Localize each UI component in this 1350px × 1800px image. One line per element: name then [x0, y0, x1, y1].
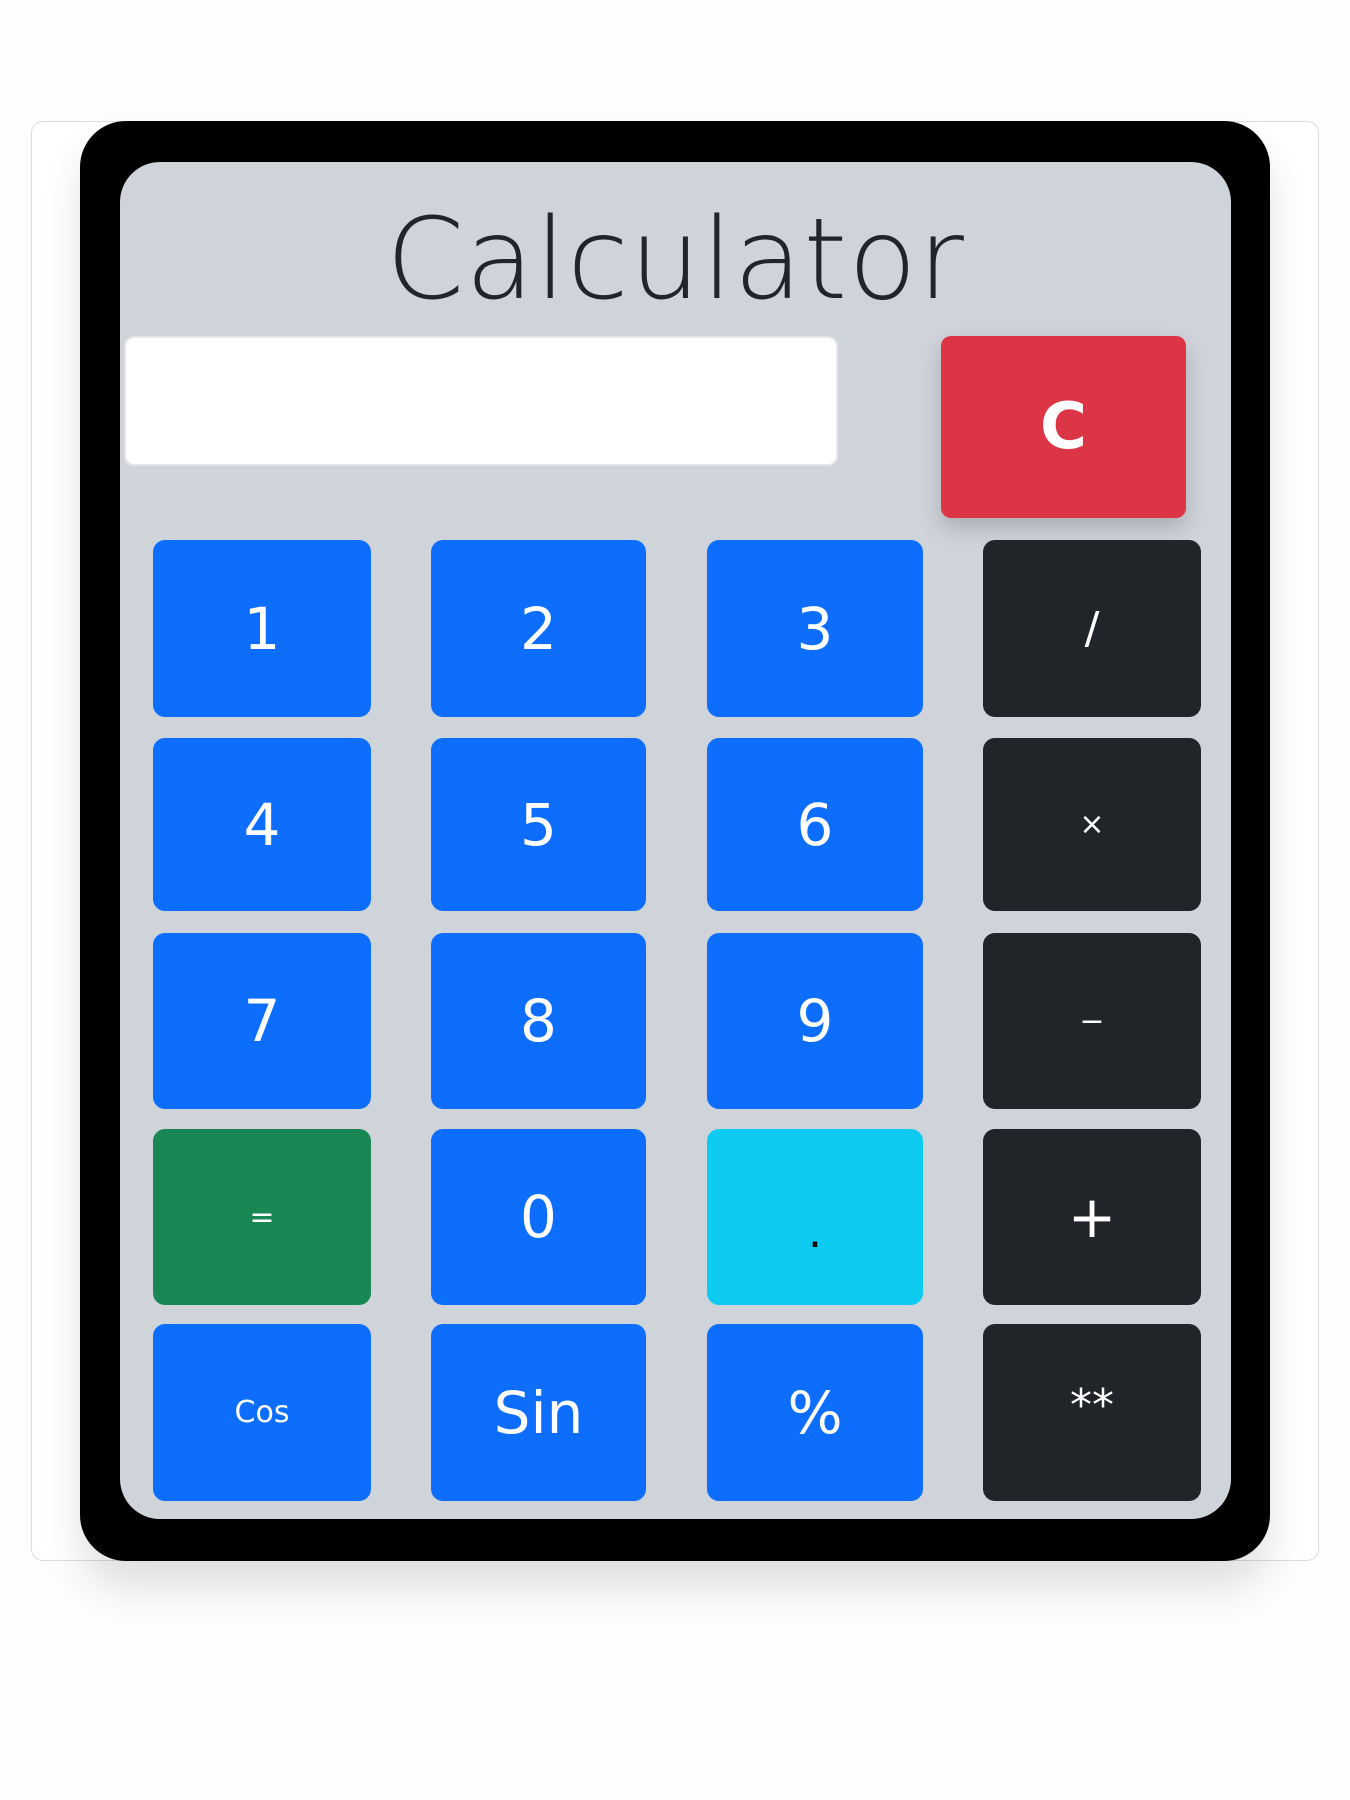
cos-button[interactable]: Cos [153, 1324, 371, 1501]
key-0-button[interactable]: 0 [431, 1129, 646, 1305]
percent-button[interactable]: % [707, 1324, 923, 1501]
key-5-label: 5 [520, 790, 557, 859]
key-8-label: 8 [520, 987, 557, 1055]
decimal-label: . [808, 1206, 822, 1258]
key-2-button[interactable]: 2 [431, 540, 646, 717]
divide-button[interactable]: / [983, 540, 1201, 717]
percent-label: % [787, 1378, 843, 1447]
key-7-label: 7 [243, 987, 281, 1055]
subtract-label: − [1079, 1003, 1105, 1039]
multiply-label: × [1079, 807, 1105, 842]
key-9-label: 9 [796, 987, 834, 1055]
calculator-title: Calculator [386, 195, 965, 325]
equals-button[interactable]: = [153, 1129, 371, 1305]
divide-label: / [1084, 603, 1100, 654]
key-8-button[interactable]: 8 [431, 933, 646, 1109]
key-9-button[interactable]: 9 [707, 933, 923, 1109]
subtract-button[interactable]: − [983, 933, 1201, 1109]
calculator-panel: Calculator C 1 2 3 / 4 5 6 × 7 8 9 − = 0… [120, 162, 1231, 1519]
key-3-button[interactable]: 3 [707, 540, 923, 717]
clear-button[interactable]: C [941, 336, 1186, 518]
add-button[interactable]: + [983, 1129, 1201, 1305]
key-3-label: 3 [796, 594, 834, 663]
key-4-label: 4 [243, 790, 281, 859]
calculator-display-input[interactable] [124, 336, 838, 466]
equals-label: = [249, 1199, 275, 1235]
decimal-button[interactable]: . [707, 1129, 923, 1305]
power-button[interactable]: ** [983, 1324, 1201, 1501]
key-7-button[interactable]: 7 [153, 933, 371, 1109]
key-4-button[interactable]: 4 [153, 738, 371, 911]
sin-button[interactable]: Sin [431, 1324, 646, 1501]
power-label: ** [1070, 1380, 1114, 1431]
sin-label: Sin [493, 1378, 584, 1447]
key-2-label: 2 [520, 594, 557, 663]
key-1-button[interactable]: 1 [153, 540, 371, 717]
multiply-button[interactable]: × [983, 738, 1201, 911]
cos-label: Cos [234, 1395, 290, 1430]
add-label: + [1067, 1183, 1117, 1251]
key-5-button[interactable]: 5 [431, 738, 646, 911]
key-6-button[interactable]: 6 [707, 738, 923, 911]
key-0-label: 0 [520, 1183, 557, 1251]
key-6-label: 6 [796, 790, 834, 859]
key-1-label: 1 [243, 594, 281, 663]
